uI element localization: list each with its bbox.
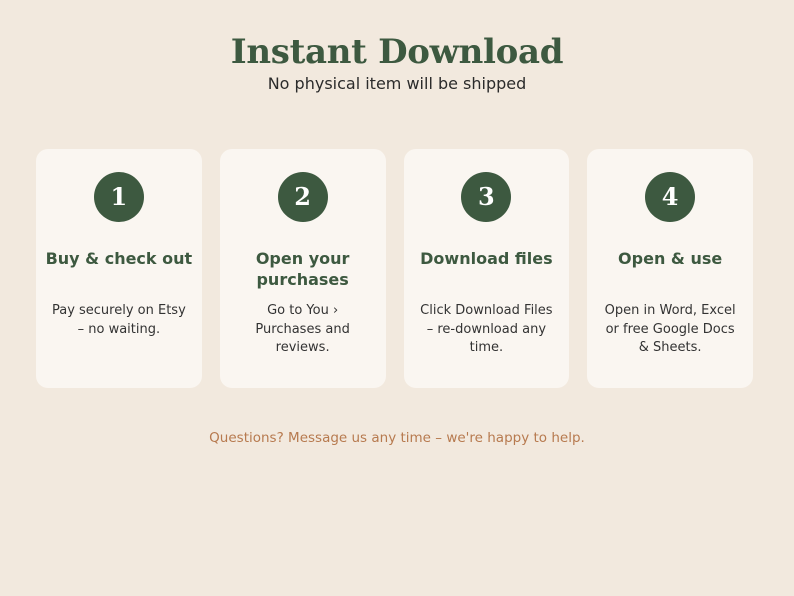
page-title: Instant Download <box>230 32 564 72</box>
step-title: Open your purchases <box>255 249 350 289</box>
step-number-badge: 1 <box>93 172 144 222</box>
step-title: Open & use <box>618 249 723 268</box>
steps-row: 1 Buy & check out Pay securely on Etsy –… <box>36 149 753 388</box>
step-description: Click Download Files – re-download any t… <box>420 303 553 355</box>
footer-message: Questions? Message us any time – we're h… <box>209 430 585 446</box>
step-description: Open in Word, Excel or free Google Docs … <box>604 303 736 355</box>
step-title: Buy & check out <box>45 249 193 268</box>
step-card-4: 4 Open & use Open in Word, Excel or free… <box>587 149 753 388</box>
step-number-badge: 2 <box>277 172 328 222</box>
step-title: Download files <box>420 249 553 268</box>
header: Instant Download No physical item will b… <box>0 30 794 94</box>
step-description: Go to You › Purchases and reviews. <box>255 303 350 355</box>
step-card-3: 3 Download files Click Download Files – … <box>403 149 570 388</box>
step-number-badge: 3 <box>461 172 512 222</box>
page-subtitle: No physical item will be shipped <box>267 74 527 93</box>
step-description: Pay securely on Etsy – no waiting. <box>51 303 186 337</box>
step-card-2: 2 Open your purchases Go to You › Purcha… <box>219 149 386 388</box>
step-number-badge: 4 <box>645 172 696 222</box>
step-card-1: 1 Buy & check out Pay securely on Etsy –… <box>36 149 202 388</box>
